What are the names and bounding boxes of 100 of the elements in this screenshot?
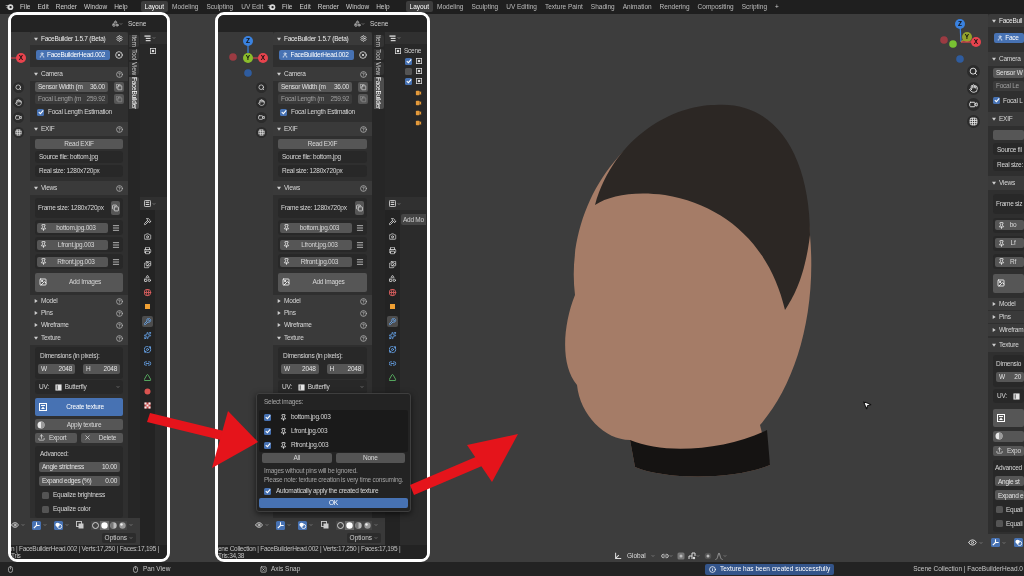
help-icon[interactable] [360,334,367,342]
checkbox[interactable] [993,97,1000,104]
camera-icon[interactable] [142,231,153,242]
printer-icon[interactable] [142,245,153,256]
checker-icon[interactable] [142,400,153,411]
dot-circle-icon[interactable] [703,551,712,560]
shading-mode-icon[interactable] [109,520,118,530]
shapes-icon[interactable] [354,20,361,27]
orbit-icon[interactable] [142,344,153,355]
shading-mode-icon[interactable] [345,520,354,530]
images-icon[interactable] [142,259,153,270]
sparkles-icon[interactable] [142,330,153,341]
zoom-icon[interactable] [256,82,267,93]
shading-mode-icon[interactable] [363,520,372,530]
checkbox[interactable] [405,77,412,85]
shapes-icon[interactable] [142,273,153,284]
images-icon[interactable] [387,259,398,270]
axis-dot-icon[interactable] [229,53,237,61]
menu-box-icon[interactable] [144,200,151,207]
eye-icon[interactable] [968,538,977,547]
axes-corner-icon[interactable] [614,551,622,560]
wrench-icon[interactable] [387,316,398,327]
help-icon[interactable] [360,184,367,192]
camera-icon[interactable] [256,112,267,123]
help-icon[interactable] [360,125,367,133]
grid-icon[interactable] [13,127,24,138]
app-logo-icon[interactable] [267,3,276,11]
zoom-icon[interactable] [967,65,980,78]
link-icon[interactable] [387,358,398,369]
shading-mode-icon[interactable] [354,520,363,530]
menu-icon[interactable] [356,257,364,266]
axes-icon[interactable] [31,520,41,530]
hand-icon[interactable] [967,81,980,95]
help-icon[interactable] [116,334,123,342]
help-icon[interactable] [116,297,123,305]
triangle-icon[interactable] [387,372,398,383]
add-images-button[interactable] [993,273,1024,293]
app-logo-icon[interactable] [5,3,14,11]
hammer-icon[interactable] [387,216,398,227]
grid-icon[interactable] [256,127,267,138]
copy-icon[interactable] [114,82,124,92]
checkbox[interactable] [280,108,287,116]
checkbox[interactable] [996,505,1003,513]
checkbox[interactable] [405,67,412,75]
grid-icon[interactable] [967,114,980,128]
axis-dot-icon[interactable] [956,55,964,63]
eye-icon[interactable] [255,521,263,529]
checkbox[interactable] [996,519,1003,527]
wrench-icon[interactable] [142,316,153,327]
circle-x-icon[interactable] [115,50,123,59]
zoom-icon[interactable] [13,82,24,93]
eye-icon[interactable] [11,521,19,529]
menu-icon[interactable] [112,223,120,232]
camera-icon[interactable] [13,112,24,123]
squares-icon[interactable] [76,521,85,529]
link-icon[interactable] [660,551,669,560]
help-icon[interactable] [360,70,367,78]
shading-mode-icon[interactable] [336,520,345,530]
circles-icon[interactable] [53,520,63,530]
menu-icon[interactable] [356,240,364,249]
copy-icon[interactable] [111,201,120,215]
dot-square-icon[interactable] [676,551,685,560]
list-icon[interactable] [389,34,396,42]
copy-icon[interactable] [114,94,124,104]
globe-icon[interactable] [387,287,398,298]
hand-icon[interactable] [256,97,267,108]
axis-dot-icon[interactable] [244,69,252,77]
circle-x-icon[interactable] [359,50,367,59]
checkbox[interactable] [264,487,271,495]
checkbox[interactable] [264,413,271,421]
help-icon[interactable] [360,297,367,305]
checkbox[interactable] [264,441,271,449]
camera-icon[interactable] [387,231,398,242]
help-icon[interactable] [116,184,123,192]
globe-icon[interactable] [142,287,153,298]
list-icon[interactable] [144,34,151,42]
axes-icon[interactable] [276,520,285,530]
hammer-icon[interactable] [142,216,153,227]
apply-texture-button[interactable] [993,430,1024,442]
menu-icon[interactable] [112,257,120,266]
sphere-icon[interactable] [142,386,153,397]
triangle-icon[interactable] [142,372,153,383]
circles-icon[interactable] [298,520,307,530]
shapes-icon[interactable] [112,20,119,27]
menu-icon[interactable] [112,240,120,249]
copy-icon[interactable] [358,94,368,104]
shapes-icon[interactable] [387,273,398,284]
menu-box-icon[interactable] [389,200,396,207]
camera-icon[interactable] [967,98,980,111]
axis-dot-icon[interactable] [940,36,948,44]
copy-icon[interactable] [355,201,364,215]
checkbox[interactable] [405,57,412,65]
orbit-icon[interactable] [387,344,398,355]
help-icon[interactable] [360,321,367,329]
circles-icon[interactable] [1014,538,1023,547]
squares-icon[interactable] [321,521,329,529]
hand-icon[interactable] [13,97,24,108]
checkbox[interactable] [264,427,271,435]
help-icon[interactable] [116,125,123,133]
help-icon[interactable] [360,309,367,317]
